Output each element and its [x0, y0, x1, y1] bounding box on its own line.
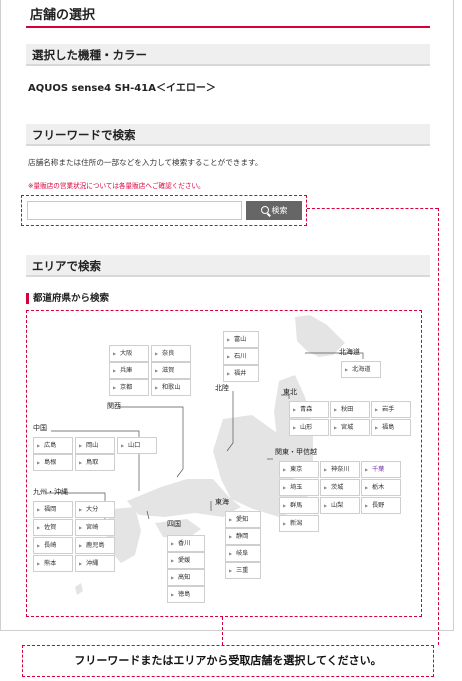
pref-kumamoto-link[interactable]: 熊本	[33, 555, 73, 572]
pref-kanagawa-link[interactable]: 神奈川	[320, 461, 360, 478]
pref-kochi-link[interactable]: 高知	[167, 569, 205, 586]
pref-tokushima-link[interactable]: 徳島	[167, 586, 205, 603]
pref-ehime-link[interactable]: 愛媛	[167, 552, 205, 569]
pref-ibaraki-link[interactable]: 茨城	[320, 479, 360, 496]
pref-nagasaki-link[interactable]: 長崎	[33, 537, 73, 554]
store-status-note: ※量販店の営業状況については各量販店へご確認ください。	[28, 182, 205, 190]
selected-model-heading: 選択した機種・カラー	[26, 44, 430, 66]
pref-okinawa-link[interactable]: 沖縄	[75, 555, 115, 572]
title-rule	[26, 26, 430, 28]
pref-wakayama-link[interactable]: 和歌山	[151, 379, 191, 396]
pref-aichi-link[interactable]: 愛知	[225, 511, 261, 528]
pref-osaka-link[interactable]: 大阪	[109, 345, 149, 362]
pref-miyagi-link[interactable]: 宮城	[330, 419, 370, 436]
pref-niigata-link[interactable]: 新潟	[279, 515, 319, 532]
pref-saga-link[interactable]: 佐賀	[33, 519, 73, 536]
callout-connector-right	[438, 208, 439, 645]
callout-connector-map	[222, 617, 223, 645]
search-area: 検索	[21, 195, 307, 226]
region-label-kyushu: 九州・沖縄	[33, 488, 68, 496]
instruction-callout: フリーワードまたはエリアから受取店舗を選択してください。	[22, 645, 434, 677]
pref-tottori-link[interactable]: 鳥取	[75, 454, 115, 471]
region-label-tohoku: 東北	[283, 388, 297, 396]
selected-model-text: AQUOS sense4 SH-41A＜イエロー＞	[28, 83, 216, 94]
pref-chiba-link[interactable]: 千葉	[361, 461, 401, 478]
japan-map-area: 北海道 東北 関東・甲信越 北陸 東海 関西 中国 四国 九州・沖縄 北海道 青…	[26, 310, 422, 617]
pref-fukuoka-link[interactable]: 福岡	[33, 501, 73, 518]
pref-kagawa-link[interactable]: 香川	[167, 535, 205, 552]
pref-yamagata-link[interactable]: 山形	[289, 419, 329, 436]
region-label-hokkaido: 北海道	[339, 348, 360, 356]
pref-shiga-link[interactable]: 滋賀	[151, 362, 191, 379]
pref-tochigi-link[interactable]: 栃木	[361, 479, 401, 496]
pref-akita-link[interactable]: 秋田	[330, 401, 370, 418]
callout-connector-top	[307, 208, 438, 209]
region-label-hokuriku: 北陸	[215, 384, 229, 392]
region-label-kansai: 関西	[107, 402, 121, 410]
free-word-description: 店舗名称または住所の一部などを入力して検索することができます。	[28, 158, 263, 167]
pref-okayama-link[interactable]: 岡山	[75, 437, 115, 454]
pref-mie-link[interactable]: 三重	[225, 562, 261, 579]
pref-shimane-link[interactable]: 島根	[33, 454, 73, 471]
page-title: 店舗の選択	[30, 8, 96, 23]
search-input[interactable]	[27, 201, 242, 220]
free-word-heading: フリーワードで検索	[26, 124, 430, 146]
region-label-tokai: 東海	[215, 498, 229, 506]
pref-oita-link[interactable]: 大分	[75, 501, 115, 518]
pref-nara-link[interactable]: 奈良	[151, 345, 191, 362]
pref-shizuoka-link[interactable]: 静岡	[225, 528, 261, 545]
pref-ishikawa-link[interactable]: 石川	[223, 348, 259, 365]
pref-kyoto-link[interactable]: 京都	[109, 379, 149, 396]
pref-fukushima-link[interactable]: 福島	[371, 419, 411, 436]
prefecture-search-heading: 都道府県から検索	[26, 293, 109, 304]
region-label-chugoku: 中国	[33, 424, 47, 432]
pref-saitama-link[interactable]: 埼玉	[279, 479, 319, 496]
pref-hiroshima-link[interactable]: 広島	[33, 437, 73, 454]
region-label-kanto: 関東・甲信越	[275, 448, 317, 456]
region-label-shikoku: 四国	[167, 520, 181, 528]
pref-aomori-link[interactable]: 青森	[289, 401, 329, 418]
search-button-label: 検索	[271, 206, 288, 215]
pref-yamanashi-link[interactable]: 山梨	[320, 497, 360, 514]
search-icon	[260, 206, 269, 214]
pref-gunma-link[interactable]: 群馬	[279, 497, 319, 514]
search-button[interactable]: 検索	[246, 201, 302, 220]
pref-tokyo-link[interactable]: 東京	[279, 461, 319, 478]
area-search-heading: エリアで検索	[26, 255, 430, 277]
pref-iwate-link[interactable]: 岩手	[371, 401, 411, 418]
pref-toyama-link[interactable]: 富山	[223, 331, 259, 348]
pref-miyazaki-link[interactable]: 宮崎	[75, 519, 115, 536]
pref-hyogo-link[interactable]: 兵庫	[109, 362, 149, 379]
pref-yamaguchi-link[interactable]: 山口	[117, 437, 157, 454]
pref-kagoshima-link[interactable]: 鹿児島	[75, 537, 115, 554]
pref-fukui-link[interactable]: 福井	[223, 365, 259, 382]
pref-hokkaido-link[interactable]: 北海道	[341, 361, 381, 378]
pref-nagano-link[interactable]: 長野	[361, 497, 401, 514]
pref-gifu-link[interactable]: 岐阜	[225, 545, 261, 562]
